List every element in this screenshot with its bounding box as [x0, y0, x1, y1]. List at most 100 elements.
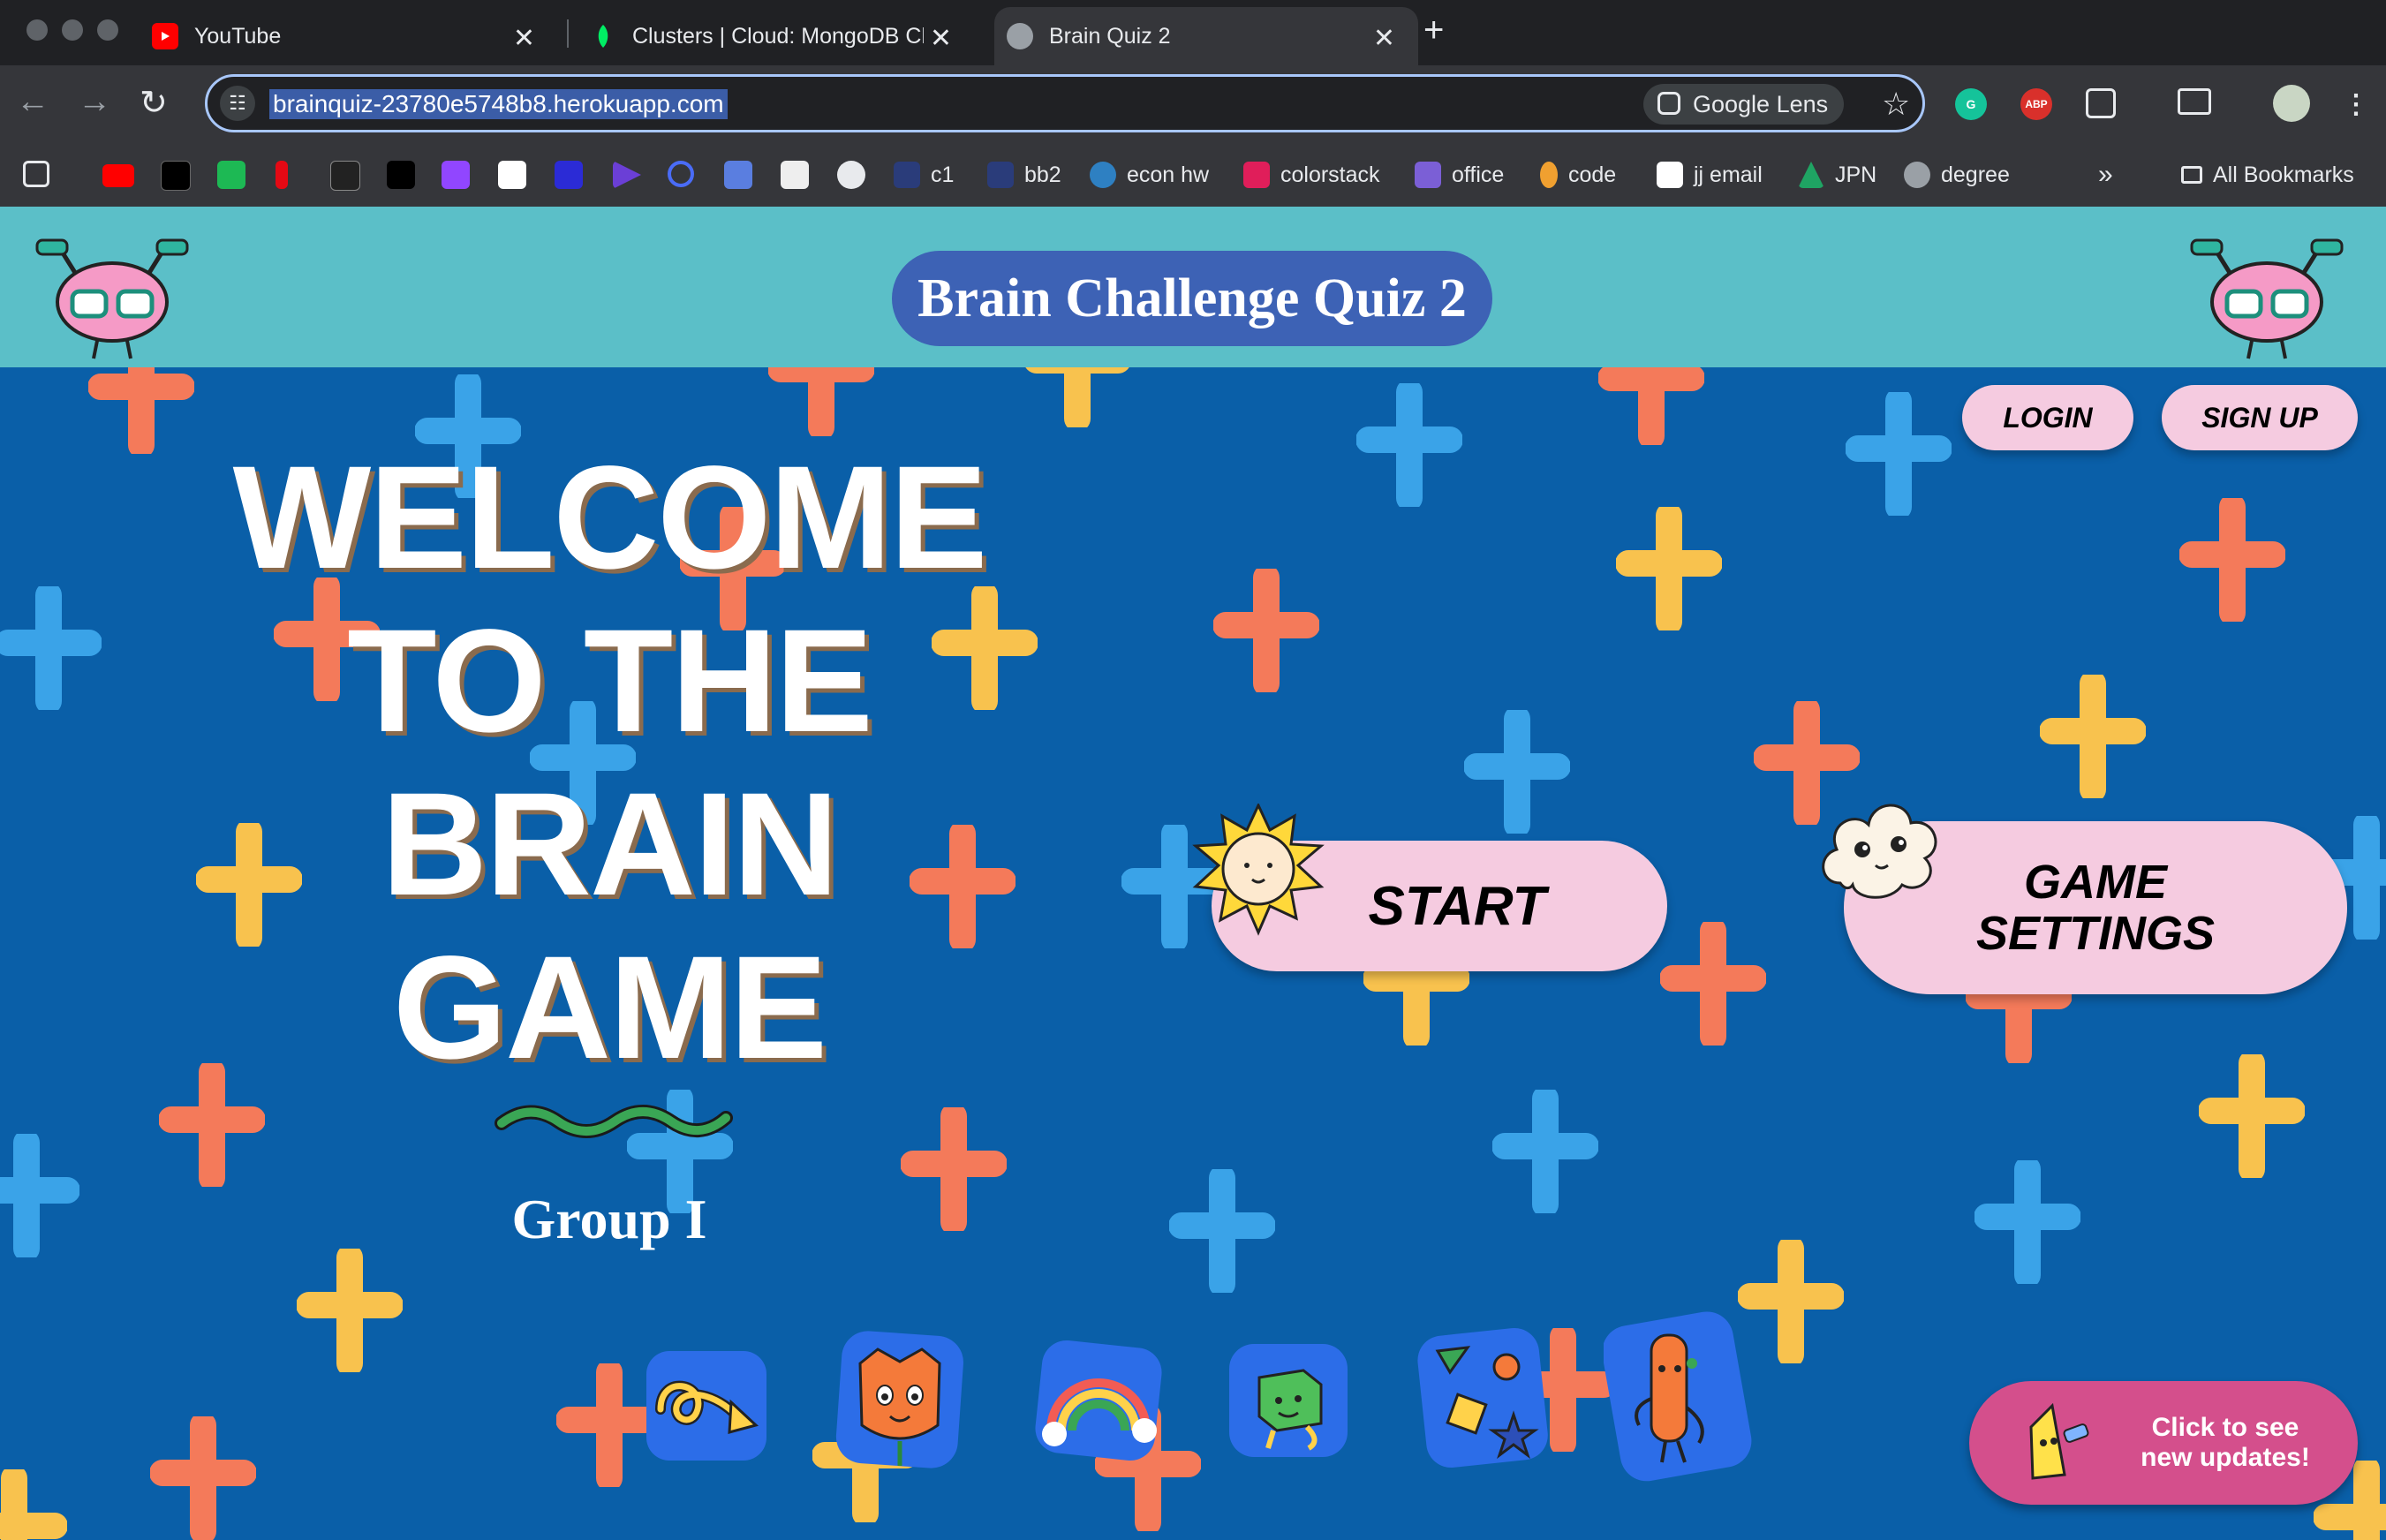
grammarly-icon[interactable]: G: [1955, 88, 1987, 120]
bookmark-star-icon[interactable]: ☆: [1882, 86, 1910, 123]
bookmark-jj-email[interactable]: jj email: [1657, 159, 1763, 191]
youtube-icon: [152, 23, 178, 49]
page-content: Brain Challenge Quiz 2 WELCOME TO THE BR…: [0, 207, 2386, 1540]
updates-text: Click to see: [2151, 1413, 2299, 1442]
twitch-bookmark-icon[interactable]: [442, 161, 470, 189]
plus-shape-decoration: [2199, 1054, 2305, 1178]
github-icon[interactable]: [837, 161, 865, 189]
globe-icon: [1007, 23, 1033, 49]
brain-mascot-icon: [35, 238, 189, 359]
plus-shape-decoration: [1213, 569, 1319, 692]
new-tab-button[interactable]: +: [1423, 11, 1444, 50]
doc-bookmark-icon[interactable]: [781, 161, 809, 189]
window-minimize-dot[interactable]: [62, 19, 83, 41]
google-lens-button[interactable]: Google Lens: [1643, 84, 1845, 125]
reload-icon[interactable]: ↻: [140, 83, 168, 123]
plus-shape-decoration: [1616, 507, 1722, 630]
sun-sticker-icon: [1192, 804, 1325, 936]
p-bookmark-icon[interactable]: [330, 161, 360, 191]
welcome-line: GAME: [393, 926, 827, 1090]
plus-shape-decoration: [150, 1416, 256, 1540]
plus-shape-decoration: [1492, 1090, 1598, 1213]
play-bookmark-icon[interactable]: [613, 161, 641, 189]
site-header: Brain Challenge Quiz 2: [0, 207, 2386, 367]
tab-youtube[interactable]: YouTube ✕: [152, 7, 558, 65]
profile-avatar[interactable]: [2273, 85, 2310, 122]
tab-mongodb[interactable]: Clusters | Cloud: MongoDB Cl ✕: [590, 7, 975, 65]
updates-button[interactable]: Click to see new updates!: [1969, 1381, 2358, 1505]
welcome-line: WELCOME: [232, 436, 988, 600]
plus-shape-decoration: [2179, 498, 2285, 622]
megaphone-character-icon: [2029, 1402, 2089, 1480]
flower-character-tile-icon: [835, 1331, 963, 1468]
updates-text: new updates!: [2141, 1443, 2310, 1472]
more-bookmarks-chevron-icon[interactable]: »: [2098, 159, 2113, 191]
tab-divider: [567, 19, 569, 48]
plus-shape-decoration: [0, 1469, 67, 1540]
close-icon[interactable]: ✕: [1373, 23, 1395, 54]
plus-shape-decoration: [1738, 1240, 1844, 1363]
tab-brain-quiz[interactable]: Brain Quiz 2 ✕: [994, 7, 1418, 65]
browser-toolbar: ← → ↻ ☷ brainquiz-23780e5748b8.herokuapp…: [0, 65, 2386, 147]
plus-shape-decoration: [1169, 1169, 1275, 1293]
bookmark-code[interactable]: code: [1540, 159, 1616, 191]
plus-shape-decoration: [1660, 922, 1766, 1046]
bookmark-colorstack[interactable]: colorstack: [1243, 159, 1380, 191]
signup-button[interactable]: SIGN UP: [2162, 385, 2358, 450]
mongodb-leaf-icon: [590, 23, 616, 49]
plus-shape-decoration: [297, 1249, 403, 1372]
address-bar[interactable]: ☷ brainquiz-23780e5748b8.herokuapp.com G…: [205, 74, 1925, 132]
youtube-bookmark-icon[interactable]: [102, 164, 134, 187]
amazon-bookmark-icon[interactable]: [498, 161, 526, 189]
plus-shape-decoration: [901, 1107, 1007, 1231]
site-settings-icon[interactable]: ☷: [220, 86, 255, 121]
rainbow-tile-icon: [1035, 1340, 1162, 1461]
back-arrow-icon[interactable]: ←: [16, 83, 49, 121]
netflix-bookmark-icon[interactable]: [276, 161, 288, 189]
bookmark-econ-hw[interactable]: econ hw: [1090, 159, 1209, 191]
window-zoom-dot[interactable]: [97, 19, 118, 41]
brain-mascot-icon: [2190, 238, 2344, 359]
extensions-puzzle-icon[interactable]: [2086, 88, 2116, 118]
bookmark-jpn[interactable]: JPN: [1798, 159, 1876, 191]
welcome-heading: WELCOME TO THE BRAIN GAME: [168, 436, 1051, 1090]
window-close-dot[interactable]: [26, 19, 48, 41]
close-icon[interactable]: ✕: [930, 23, 952, 54]
more-menu-icon[interactable]: ⋮: [2340, 88, 2372, 120]
adblock-icon[interactable]: ABP: [2020, 88, 2052, 120]
q-bookmark-icon[interactable]: [668, 161, 694, 187]
site-title: Brain Challenge Quiz 2: [892, 251, 1492, 346]
url-text[interactable]: brainquiz-23780e5748b8.herokuapp.com: [269, 89, 728, 119]
arrow-swirl-tile-icon: [646, 1351, 766, 1461]
mb-bookmark-icon[interactable]: [555, 161, 583, 189]
plus-shape-decoration: [1846, 392, 1952, 516]
forward-arrow-icon[interactable]: →: [78, 83, 111, 121]
apps-grid-icon[interactable]: [23, 161, 49, 187]
plus-shape-decoration: [0, 1134, 79, 1257]
x-bookmark-icon[interactable]: [161, 161, 191, 191]
plus-shape-decoration: [0, 586, 102, 710]
cloud-sticker-icon: [1822, 804, 1937, 899]
welcome-line: TO THE: [347, 600, 873, 763]
squiggle-decoration: [495, 1105, 733, 1138]
bookmarks-bar: c1 bb2 econ hw colorstack office code jj…: [0, 147, 2386, 208]
plus-shape-decoration: [1464, 710, 1570, 834]
bookmark-degree[interactable]: degree: [1904, 159, 2010, 191]
tiktok-bookmark-icon[interactable]: [387, 161, 415, 189]
bookmark-c1[interactable]: c1: [894, 159, 954, 191]
welcome-line: BRAIN: [381, 763, 839, 926]
plus-shape-decoration: [1356, 383, 1462, 507]
login-button[interactable]: LOGIN: [1962, 385, 2133, 450]
video-bookmark-icon[interactable]: [724, 161, 752, 189]
shapes-tile-icon: [1417, 1327, 1548, 1468]
close-icon[interactable]: ✕: [513, 23, 535, 54]
bookmark-office[interactable]: office: [1415, 159, 1504, 191]
reading-mode-icon[interactable]: [2178, 88, 2211, 115]
h-bookmark-icon[interactable]: [217, 161, 245, 189]
all-bookmarks-folder[interactable]: All Bookmarks: [2181, 159, 2354, 191]
bookmark-bb2[interactable]: bb2: [987, 159, 1061, 191]
browser-tab-bar: YouTube ✕ Clusters | Cloud: MongoDB Cl ✕…: [0, 0, 2386, 65]
plus-shape-decoration: [1974, 1160, 2080, 1284]
group-label: Group I: [511, 1188, 707, 1250]
plus-shape-decoration: [2040, 675, 2146, 798]
